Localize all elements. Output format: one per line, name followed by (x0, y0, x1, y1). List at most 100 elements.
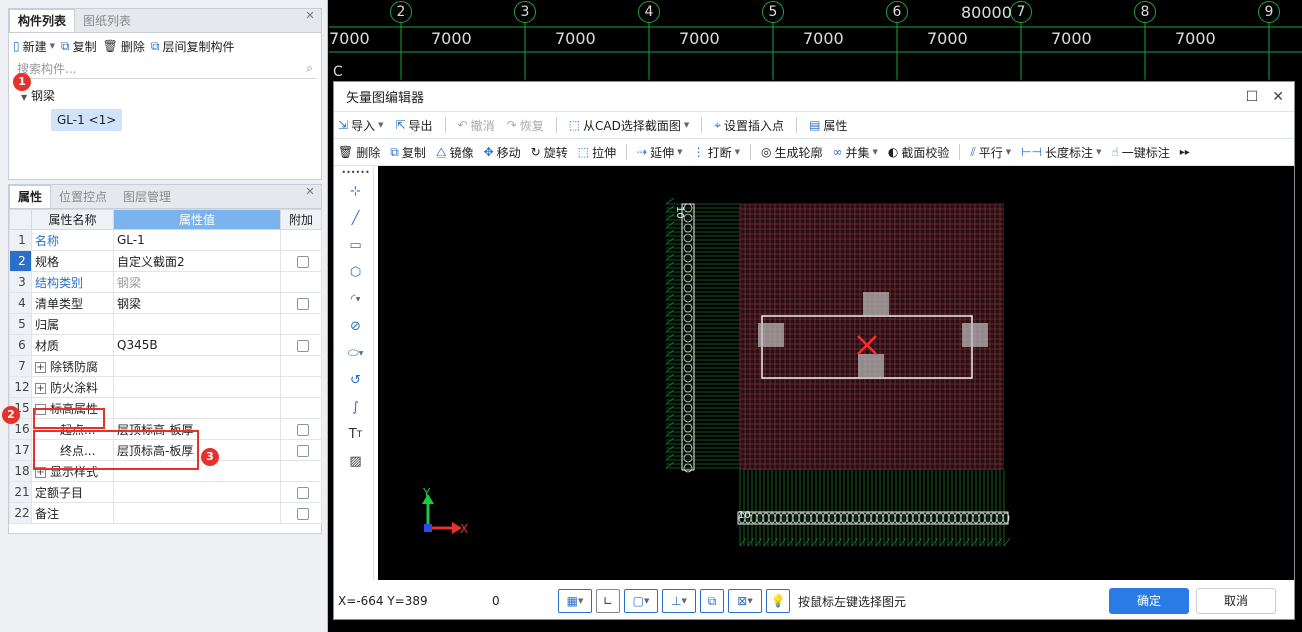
table-row[interactable]: 21 定额子目 (9, 481, 322, 503)
delete-button[interactable]: 🗑 删除 (103, 38, 145, 55)
axis-bubble[interactable]: 4 (638, 1, 660, 23)
property-value[interactable] (113, 313, 281, 335)
move-button[interactable]: ✥ 移动 (484, 144, 521, 161)
axis-bubble[interactable]: 3 (514, 1, 536, 23)
auto-dim-button[interactable]: ☝ 一键标注 (1111, 144, 1169, 161)
import-button[interactable]: ⇲ 导入 ▼ (338, 117, 383, 134)
axis-y-label: Y (423, 486, 431, 500)
axis-bubble[interactable]: 8 (1134, 1, 1156, 23)
axis-bubble[interactable]: 5 (762, 1, 784, 23)
polar-toggle[interactable]: ⧉ (700, 589, 724, 613)
break-button[interactable]: ⋮ 打断 ▼ (693, 144, 740, 161)
property-value[interactable] (113, 502, 281, 524)
circle-tool-icon[interactable]: ⊘ (338, 313, 373, 340)
copy-button[interactable]: ⧉ 复制 (61, 38, 97, 55)
table-row[interactable]: 12 + 防火涂料 (9, 376, 322, 398)
property-value[interactable] (113, 481, 281, 503)
tree-item-gl1[interactable]: GL-1 <1> (51, 109, 123, 131)
axis-bubble[interactable]: 7 (1010, 1, 1032, 23)
extra-checkbox[interactable] (296, 339, 309, 352)
length-dim-button[interactable]: ⊢⊣ 长度标注 ▼ (1021, 144, 1101, 161)
tab-drawing-list[interactable]: 图纸列表 (75, 10, 139, 32)
mirror-button[interactable]: ⧋ 镜像 (436, 144, 474, 161)
text-tool-icon[interactable]: TT (338, 421, 373, 448)
extra-checkbox[interactable] (296, 486, 309, 499)
arc-tool-icon[interactable]: ◜ ▼ (338, 286, 373, 313)
export-button[interactable]: ⇱ 导出 (395, 117, 432, 134)
vector-canvas[interactable]: Y X 10 10 (378, 166, 1294, 580)
table-row[interactable]: 2 规格 自定义截面2 (9, 250, 322, 272)
table-row[interactable]: 3 结构类别 钢梁 (9, 271, 322, 293)
extra-checkbox[interactable] (296, 507, 309, 520)
table-row[interactable]: 1 名称 GL-1 (9, 229, 322, 251)
new-button[interactable]: ▯ 新建 ▼ (13, 38, 55, 55)
extend-button[interactable]: ⇢ 延伸 ▼ (637, 144, 682, 161)
extra-checkbox[interactable] (296, 297, 309, 310)
property-value[interactable]: 钢梁 (113, 292, 281, 314)
ortho-toggle[interactable]: ∟ (596, 589, 620, 613)
object-snap-toggle[interactable]: ▢ ▼ (624, 589, 658, 613)
table-row[interactable]: 22 备注 (9, 502, 322, 524)
hint-toggle[interactable]: 💡 (766, 589, 790, 613)
cancel-button[interactable]: 取消 (1196, 588, 1276, 614)
property-value[interactable]: GL-1 (113, 229, 281, 251)
properties-button[interactable]: ▤ 属性 (809, 117, 847, 134)
property-value[interactable]: Q345B (113, 334, 281, 356)
search-input[interactable]: 搜索构件... ⌕ (13, 59, 317, 79)
maximize-icon[interactable]: ☐ (1246, 89, 1259, 105)
extra-checkbox[interactable] (296, 423, 309, 436)
property-value[interactable]: 自定义截面2 (113, 250, 281, 272)
set-insert-point-button[interactable]: ⌖ 设置插入点 (714, 117, 784, 134)
expand-plus-icon[interactable]: + (35, 382, 46, 394)
grid-snap-toggle[interactable]: ▦ ▼ (558, 589, 592, 613)
more-tools-icon[interactable]: ▸▸ (1180, 147, 1190, 158)
grip-handle[interactable]: •••••• (338, 166, 373, 178)
stretch-button[interactable]: ⬚ 拉伸 (578, 144, 616, 161)
generate-contour-button[interactable]: ◎ 生成轮廓 (761, 144, 823, 161)
select-from-cad-button[interactable]: ⬚ 从CAD选择截面图 ▼ (569, 117, 690, 134)
table-row[interactable]: 5 归属 (9, 313, 322, 335)
tab-component-list[interactable]: 构件列表 (9, 9, 76, 32)
rotate-button[interactable]: ↻ 旋转 (531, 144, 568, 161)
import-icon: ⇲ (338, 118, 349, 132)
hatch-tool-icon[interactable]: ▨ (338, 448, 373, 475)
table-row[interactable]: 4 清单类型 钢梁 (9, 292, 322, 314)
copy-button[interactable]: ⧉ 复制 (390, 144, 426, 161)
undo-label: 撤消 (470, 118, 495, 133)
dimension-toggle[interactable]: ⊥ ▼ (662, 589, 696, 613)
section-check-button[interactable]: ◐ 截面校验 (888, 144, 950, 161)
redo-button[interactable]: ↷ 恢复 (507, 117, 544, 134)
property-name-group[interactable]: + 除锈防腐 (31, 355, 114, 377)
close-icon[interactable]: ✕ (1272, 89, 1284, 105)
close-icon[interactable]: ✕ (303, 9, 317, 23)
rectangle-tool-icon[interactable]: ▭ (338, 232, 373, 259)
ellipse-tool-icon[interactable]: ⬭ ▼ (338, 340, 373, 367)
polygon-tool-icon[interactable]: ⬡ (338, 259, 373, 286)
parallel-button[interactable]: ⫽ 平行 ▼ (970, 144, 1011, 161)
close-icon[interactable]: ✕ (303, 185, 317, 199)
tab-layer-management[interactable]: 图层管理 (115, 186, 179, 208)
tree-group-steel-beam[interactable]: ▼ 钢梁 (9, 85, 321, 107)
delete-button[interactable]: 🗑 删除 (338, 144, 380, 161)
point-tool-icon[interactable]: ⊹ (338, 178, 373, 205)
extend-label: 延伸 (650, 145, 675, 160)
curve-tool-icon[interactable]: ∫ (338, 394, 373, 421)
ok-button[interactable]: 确定 (1109, 588, 1189, 614)
extra-checkbox[interactable] (296, 255, 309, 268)
axis-bubble[interactable]: 9 (1258, 1, 1280, 23)
floor-copy-button[interactable]: ⧉ 层间复制构件 (151, 38, 235, 55)
union-button[interactable]: ∞ 并集 ▼ (832, 144, 877, 161)
display-toggle[interactable]: ⊠ ▼ (728, 589, 762, 613)
expand-plus-icon[interactable]: + (35, 361, 46, 373)
lasso-tool-icon[interactable]: ↺ (338, 367, 373, 394)
table-row[interactable]: 6 材质 Q345B (9, 334, 322, 356)
extra-checkbox[interactable] (296, 444, 309, 457)
undo-button[interactable]: ↶ 撤消 (458, 117, 495, 134)
tab-position-control[interactable]: 位置控点 (51, 186, 115, 208)
tab-properties[interactable]: 属性 (9, 185, 52, 208)
property-name-group[interactable]: + 防火涂料 (31, 376, 114, 398)
table-row[interactable]: 7 + 除锈防腐 (9, 355, 322, 377)
line-tool-icon[interactable]: ╱ (338, 205, 373, 232)
axis-bubble[interactable]: 6 (886, 1, 908, 23)
axis-bubble[interactable]: 2 (390, 1, 412, 23)
